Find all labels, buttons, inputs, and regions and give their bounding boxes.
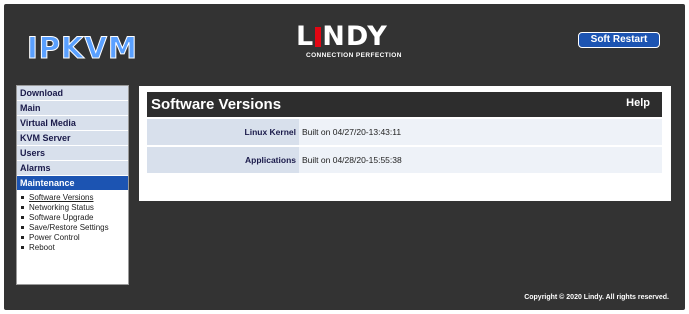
sidebar-item-maintenance[interactable]: Maintenance (17, 176, 128, 191)
maintenance-submenu: Software Versions Networking Status Soft… (17, 193, 128, 253)
page-title: Software Versions (151, 96, 282, 113)
row-value-linux-kernel: Built on 04/27/20-13:43:11 (299, 119, 662, 145)
row-value-applications: Built on 04/28/20-15:55:38 (299, 147, 662, 173)
sidebar-item-users[interactable]: Users (17, 146, 128, 161)
bullet-icon (21, 246, 24, 250)
subnav-label: Reboot (29, 243, 55, 252)
product-logo: IPKVM (27, 31, 138, 66)
sidebar-nav: Download Main Virtual Media KVM Server U… (16, 85, 129, 285)
brand-wordmark: L NDY (296, 23, 416, 51)
subnav-item-software-versions[interactable]: Software Versions (17, 193, 128, 203)
bullet-icon (21, 206, 24, 210)
brand-tagline: CONNECTION PERFECTION (306, 52, 402, 59)
soft-restart-button[interactable]: Soft Restart (578, 32, 660, 48)
row-label-linux-kernel: Linux Kernel (147, 119, 299, 145)
subnav-item-save-restore-settings[interactable]: Save/Restore Settings (17, 223, 128, 233)
sidebar-item-virtual-media[interactable]: Virtual Media (17, 116, 128, 131)
subnav-item-power-control[interactable]: Power Control (17, 233, 128, 243)
brand-red-bar (315, 27, 322, 47)
row-label-applications: Applications (147, 147, 299, 173)
table-row: Applications Built on 04/28/20-15:55:38 (147, 147, 662, 175)
sidebar-item-main[interactable]: Main (17, 101, 128, 116)
subnav-label: Save/Restore Settings (29, 223, 109, 232)
subnav-item-software-upgrade[interactable]: Software Upgrade (17, 213, 128, 223)
bullet-icon (21, 236, 24, 240)
main-content: Software Versions Help Linux Kernel Buil… (139, 86, 671, 201)
brand-logo: L NDY CONNECTION PERFECTION (296, 23, 416, 61)
brand-letter-l: L (296, 21, 315, 52)
help-link[interactable]: Help (626, 96, 650, 110)
sidebar-item-download[interactable]: Download (17, 86, 128, 101)
table-row: Linux Kernel Built on 04/27/20-13:43:11 (147, 119, 662, 147)
subnav-label: Software Versions (29, 193, 94, 202)
subnav-item-networking-status[interactable]: Networking Status (17, 203, 128, 213)
subnav-label: Software Upgrade (29, 213, 94, 222)
sidebar-item-alarms[interactable]: Alarms (17, 161, 128, 176)
brand-letters-ndy: NDY (322, 21, 388, 52)
bullet-icon (21, 196, 24, 200)
subnav-item-reboot[interactable]: Reboot (17, 243, 128, 253)
bullet-icon (21, 216, 24, 220)
sidebar-item-kvm-server[interactable]: KVM Server (17, 131, 128, 146)
subnav-label: Networking Status (29, 203, 94, 212)
subnav-label: Power Control (29, 233, 80, 242)
versions-table: Linux Kernel Built on 04/27/20-13:43:11 … (147, 119, 662, 175)
bullet-icon (21, 226, 24, 230)
copyright-text: Copyright © 2020 Lindy. All rights reser… (524, 294, 669, 301)
content-header: Software Versions Help (147, 92, 662, 117)
